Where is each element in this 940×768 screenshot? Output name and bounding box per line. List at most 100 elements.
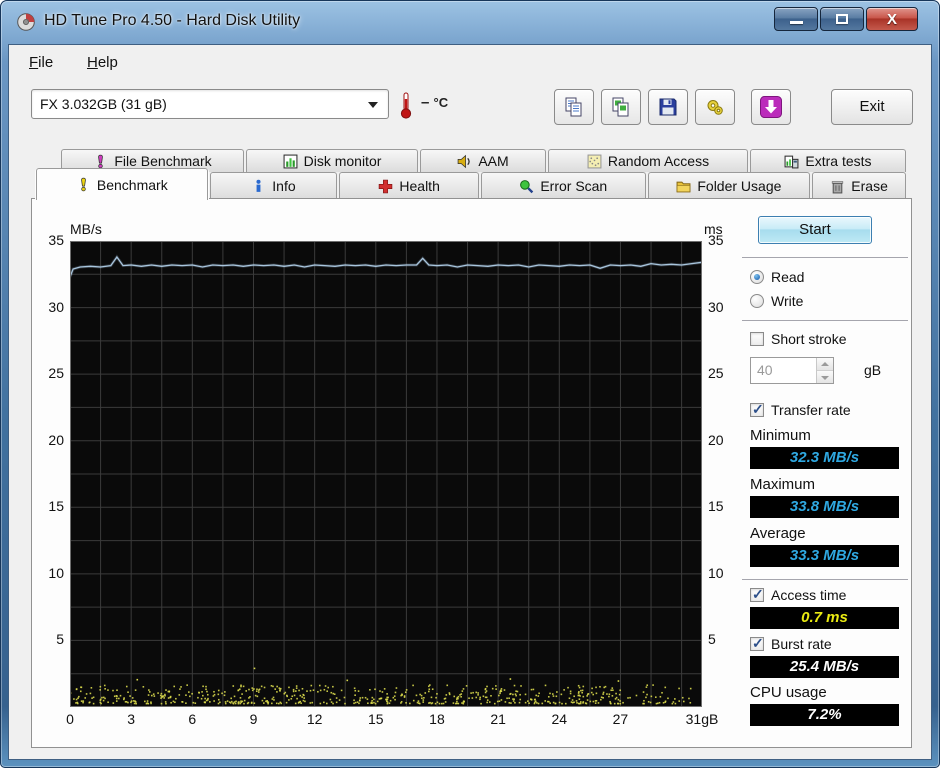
x-tick-label: 24	[551, 711, 568, 727]
y-tick-label: 5	[708, 631, 716, 648]
thermometer-icon	[400, 92, 412, 119]
extra-tests-icon	[784, 155, 799, 168]
y-tick-label: 15	[708, 498, 724, 515]
health-icon	[379, 179, 393, 193]
drive-select-value: FX 3.032GB (31 gB)	[40, 96, 167, 112]
y-axis-left-unit: MB/s	[70, 221, 102, 237]
tab-benchmark[interactable]: Benchmark	[36, 168, 208, 200]
tab-extra-tests[interactable]: Extra tests	[750, 149, 906, 172]
cpu-usage-label: CPU usage	[750, 684, 827, 701]
minimize-button[interactable]	[774, 7, 818, 31]
access-time-checkbox[interactable]: Access time	[750, 586, 847, 603]
x-tick-label: 0	[66, 711, 74, 727]
divider	[742, 579, 908, 580]
short-stroke-checkbox[interactable]: Short stroke	[750, 331, 846, 347]
start-button[interactable]: Start	[758, 216, 872, 244]
burst-rate-value: 25.4 MB/s	[750, 656, 899, 678]
tab-aam[interactable]: AAM	[420, 149, 546, 172]
save-button[interactable]	[648, 89, 688, 125]
short-stroke-label: Short stroke	[771, 331, 847, 347]
transfer-rate-label: Transfer rate	[771, 402, 851, 418]
copy-text-button[interactable]	[554, 89, 594, 125]
tab-label: Disk monitor	[303, 153, 382, 169]
benchmark-icon	[81, 177, 86, 192]
radio-selected-icon	[750, 270, 764, 284]
folder-icon	[676, 181, 691, 192]
tab-label: Health	[399, 178, 440, 194]
hd-tune-app-icon	[17, 13, 35, 31]
close-icon: X	[886, 11, 897, 28]
drive-select[interactable]: FX 3.032GB (31 gB)	[31, 89, 389, 119]
x-tick-label: 15	[368, 711, 384, 727]
trash-icon	[832, 180, 844, 193]
tab-error-scan[interactable]: Error Scan	[480, 172, 646, 199]
benchmark-plot	[70, 241, 702, 707]
tab-label: File Benchmark	[114, 153, 212, 169]
tab-erase[interactable]: Erase	[812, 172, 906, 199]
spinner-down-button[interactable]	[817, 370, 833, 383]
menu-bar: File Help	[9, 45, 931, 79]
benchmark-page: MB/s ms 35 35 30 30 25 25 20 20 15 15 10 10 5 5 0 3 6 9 12…	[31, 198, 912, 748]
tab-label: Benchmark	[96, 176, 168, 193]
divider	[742, 320, 908, 321]
file-benchmark-icon	[98, 154, 104, 168]
title-bar[interactable]: HD Tune Pro 4.50 - Hard Disk Utility X	[0, 0, 940, 44]
menu-file[interactable]: File	[23, 52, 59, 73]
disk-monitor-icon	[283, 154, 298, 168]
cpu-usage-value: 7.2%	[750, 704, 899, 726]
tab-row-primary: Benchmark Info Health Error Scan Folder …	[36, 168, 906, 200]
checkbox-checked-icon	[750, 401, 764, 418]
tab-random-access[interactable]: Random Access	[548, 149, 748, 172]
temperature-unit: °C	[433, 95, 449, 110]
y-tick-label: 20	[48, 431, 64, 448]
benchmark-controls: Start Read Write Short stroke 40 gB ✓ Tr…	[742, 199, 910, 744]
y-tick-label: 5	[56, 631, 64, 648]
close-button[interactable]: X	[866, 7, 918, 31]
access-time-label: Access time	[771, 587, 847, 603]
maximize-button[interactable]	[820, 7, 864, 31]
x-tick-label: 31gB	[685, 711, 719, 727]
checkbox-unchecked-icon	[750, 332, 764, 346]
read-radio[interactable]: Read	[750, 269, 804, 285]
save-icon	[659, 98, 677, 116]
tab-label: Extra tests	[805, 153, 872, 169]
options-button[interactable]	[695, 89, 735, 125]
write-radio[interactable]: Write	[750, 293, 803, 309]
average-value: 33.3 MB/s	[750, 545, 899, 567]
x-tick-label: 9	[249, 711, 258, 727]
copy-image-button[interactable]	[601, 89, 641, 125]
tab-info[interactable]: Info	[209, 172, 338, 199]
y-tick-label: 35	[48, 232, 64, 248]
burst-rate-checkbox[interactable]: Burst rate	[750, 635, 832, 652]
divider	[742, 257, 908, 258]
info-icon	[256, 179, 261, 192]
short-stroke-spinner[interactable]: 40	[750, 357, 834, 384]
tab-label: Random Access	[607, 153, 710, 169]
menu-help[interactable]: Help	[81, 52, 124, 73]
tab-health[interactable]: Health	[339, 172, 479, 199]
temperature-readout: – °C	[421, 94, 448, 111]
maximum-value: 33.8 MB/s	[750, 496, 899, 518]
spinner-up-button[interactable]	[817, 358, 833, 371]
y-tick-label: 20	[708, 431, 724, 448]
tab-label: Error Scan	[540, 178, 608, 194]
transfer-rate-checkbox[interactable]: Transfer rate	[750, 401, 851, 418]
copy-image-icon	[612, 97, 629, 117]
write-radio-label: Write	[771, 293, 804, 309]
exit-button[interactable]: Exit	[831, 89, 913, 125]
access-time-value: 0.7 ms	[750, 607, 899, 629]
checkbox-checked-icon	[750, 586, 764, 603]
update-icon	[760, 96, 782, 118]
maximum-label: Maximum	[750, 476, 816, 493]
y-tick-label: 10	[48, 564, 64, 581]
speaker-icon	[458, 154, 471, 168]
x-tick-label: 3	[127, 711, 136, 727]
tab-folder-usage[interactable]: Folder Usage	[647, 172, 811, 199]
x-tick-label: 6	[188, 711, 197, 727]
x-tick-label: 21	[490, 711, 506, 727]
update-button[interactable]	[751, 89, 791, 125]
burst-rate-label: Burst rate	[771, 636, 832, 652]
y-tick-label: 35	[708, 232, 724, 248]
tab-disk-monitor[interactable]: Disk monitor	[246, 149, 418, 172]
radio-unselected-icon	[750, 294, 764, 308]
